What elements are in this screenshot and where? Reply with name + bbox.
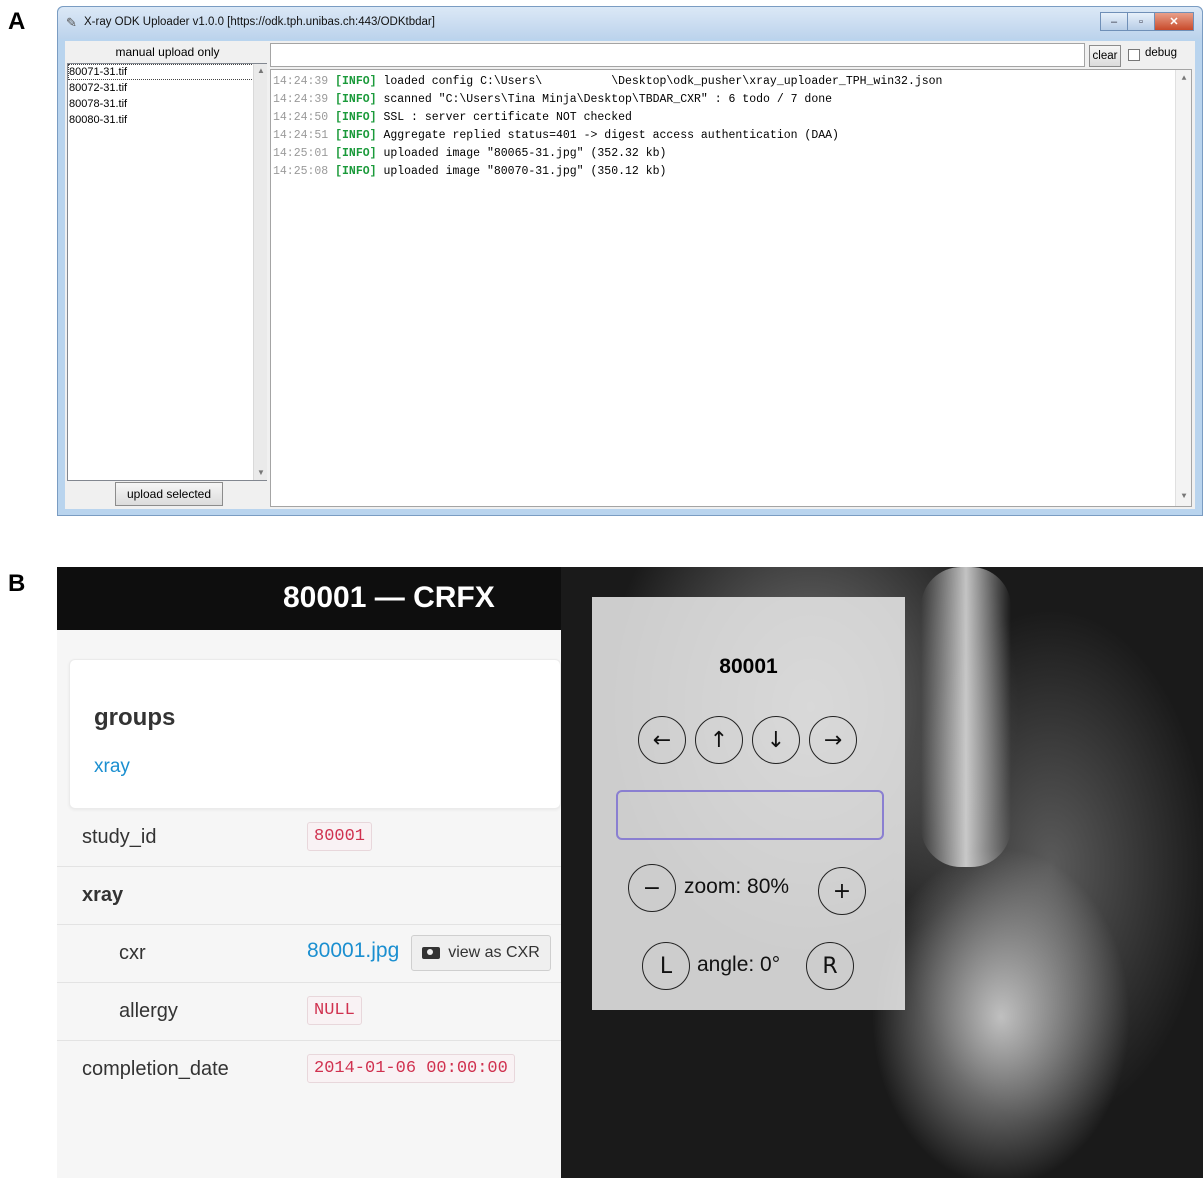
viewer-input[interactable] <box>616 790 884 840</box>
file-list-item[interactable]: 80078-31.tif <box>68 96 266 112</box>
pan-up-button[interactable]: ↑ <box>695 716 743 764</box>
log-timestamp: 14:24:50 <box>273 111 329 124</box>
cxr-image-link[interactable]: 80001.jpg <box>307 939 399 963</box>
completion-date-value: 2014-01-06 00:00:00 <box>307 1054 515 1083</box>
groups-heading: groups <box>94 704 176 731</box>
field-label: allergy <box>119 1000 178 1022</box>
log-message: loaded config C:\Users\ \Desktop\odk_pus… <box>383 75 943 88</box>
log-scrollbar[interactable]: ▲ ▼ <box>1175 70 1191 506</box>
log-line: 14:25:01 [INFO] uploaded image "80065-31… <box>273 145 1191 163</box>
view-as-cxr-button[interactable]: view as CXR <box>411 935 551 971</box>
scroll-down-arrow-icon[interactable]: ▼ <box>254 466 268 480</box>
log-level: [INFO] <box>335 165 377 178</box>
view-as-cxr-label: view as CXR <box>448 944 540 961</box>
window-controls: ‒ ▫ ✕ <box>1100 12 1194 31</box>
zoom-in-button[interactable]: + <box>818 867 866 915</box>
log-message: uploaded image "80065-31.jpg" (352.32 kb… <box>383 147 667 160</box>
field-label: cxr <box>119 942 146 964</box>
log-line: 14:24:39 [INFO] scanned "C:\Users\Tina M… <box>273 91 1191 109</box>
title-bar[interactable]: ✎ X-ray ODK Uploader v1.0.0 [https://odk… <box>58 7 1202 39</box>
record-viewer: 80001 — CRFX groups xray study_id 80001 … <box>57 567 1203 1178</box>
debug-checkbox[interactable] <box>1128 49 1140 61</box>
file-listbox[interactable]: 80071-31.tif 80072-31.tif 80078-31.tif 8… <box>67 63 267 481</box>
image-id-label: 80001 <box>719 655 778 678</box>
record-details: groups xray study_id 80001 xray cxr 8000… <box>57 630 561 1178</box>
pan-down-button[interactable]: ↓ <box>752 716 800 764</box>
debug-label: debug <box>1145 47 1177 59</box>
scroll-up-arrow-icon[interactable]: ▲ <box>1177 72 1191 86</box>
clear-button[interactable]: clear <box>1089 45 1121 67</box>
study-id-value: 80001 <box>307 822 373 851</box>
panel-label-a: A <box>8 8 26 35</box>
file-list-item[interactable]: 80072-31.tif <box>68 80 266 96</box>
log-level: [INFO] <box>335 93 377 106</box>
pan-left-button[interactable]: ← <box>638 716 686 764</box>
scroll-up-arrow-icon[interactable]: ▲ <box>254 64 268 78</box>
rotate-right-button[interactable]: R <box>806 942 854 990</box>
log-line: 14:24:50 [INFO] SSL : server certificate… <box>273 109 1191 127</box>
manual-upload-label: manual upload only <box>115 45 220 59</box>
log-timestamp: 14:24:39 <box>273 93 329 106</box>
record-title: 80001 — CRFX <box>283 581 495 614</box>
close-button[interactable]: ✕ <box>1154 12 1194 31</box>
upload-selected-button[interactable]: upload selected <box>115 482 223 506</box>
zoom-label: zoom: 80% <box>684 875 790 898</box>
file-list-scrollbar[interactable]: ▲ ▼ <box>253 64 267 480</box>
log-output[interactable]: 14:24:39 [INFO] loaded config C:\Users\ … <box>270 69 1192 507</box>
maximize-button[interactable]: ▫ <box>1127 12 1155 31</box>
log-level: [INFO] <box>335 147 377 160</box>
log-timestamp: 14:24:39 <box>273 75 329 88</box>
record-header: 80001 — CRFX <box>57 567 561 630</box>
pan-right-button[interactable]: → <box>809 716 857 764</box>
field-label: study_id <box>82 826 157 848</box>
feather-icon: ✎ <box>66 15 77 30</box>
field-row-xray: xray <box>57 867 561 925</box>
log-timestamp: 14:25:08 <box>273 165 329 178</box>
log-message: scanned "C:\Users\Tina Minja\Desktop\TBD… <box>383 93 833 106</box>
minimize-button[interactable]: ‒ <box>1100 12 1128 31</box>
log-level: [INFO] <box>335 129 377 142</box>
log-message: uploaded image "80070-31.jpg" (350.12 kb… <box>383 165 667 178</box>
zoom-out-button[interactable]: − <box>628 864 676 912</box>
scroll-down-arrow-icon[interactable]: ▼ <box>1177 490 1191 504</box>
field-row-cxr: cxr 80001.jpg view as CXR <box>57 925 561 983</box>
section-label: xray <box>82 884 124 906</box>
log-line: 14:24:39 [INFO] loaded config C:\Users\ … <box>273 73 1191 91</box>
window-client-area: manual upload only 80071-31.tif 80072-31… <box>65 41 1195 509</box>
log-line: 14:25:08 [INFO] uploaded image "80070-31… <box>273 163 1191 181</box>
log-timestamp: 14:25:01 <box>273 147 329 160</box>
log-line: 14:24:51 [INFO] Aggregate replied status… <box>273 127 1191 145</box>
file-list-item[interactable]: 80071-31.tif <box>68 64 266 80</box>
field-row-allergy: allergy NULL <box>57 983 561 1041</box>
field-row-completion-date: completion_date 2014-01-06 00:00:00 <box>57 1041 561 1099</box>
field-row-study-id: study_id 80001 <box>57 809 561 867</box>
angle-label: angle: 0° <box>697 953 781 976</box>
rotate-left-button[interactable]: L <box>642 942 690 990</box>
file-list-item[interactable]: 80080-31.tif <box>68 112 266 128</box>
log-level: [INFO] <box>335 75 377 88</box>
log-level: [INFO] <box>335 111 377 124</box>
allergy-value: NULL <box>307 996 362 1025</box>
viewer-controls-overlay: 80001 ← ↑ ↓ → − zoom: 80% + L angle: 0° … <box>592 597 905 1010</box>
panel-label-b: B <box>8 570 26 597</box>
log-message: SSL : server certificate NOT checked <box>383 111 632 124</box>
log-timestamp: 14:24:51 <box>273 129 329 142</box>
camera-icon <box>422 947 441 959</box>
field-label: completion_date <box>82 1058 229 1080</box>
uploader-window: ✎ X-ray ODK Uploader v1.0.0 [https://odk… <box>57 6 1203 516</box>
log-message: Aggregate replied status=401 -> digest a… <box>383 129 839 142</box>
command-input[interactable] <box>270 43 1085 67</box>
window-title: X-ray ODK Uploader v1.0.0 [https://odk.t… <box>84 16 435 28</box>
group-link-xray[interactable]: xray <box>94 756 130 778</box>
groups-card: groups xray <box>69 659 561 809</box>
